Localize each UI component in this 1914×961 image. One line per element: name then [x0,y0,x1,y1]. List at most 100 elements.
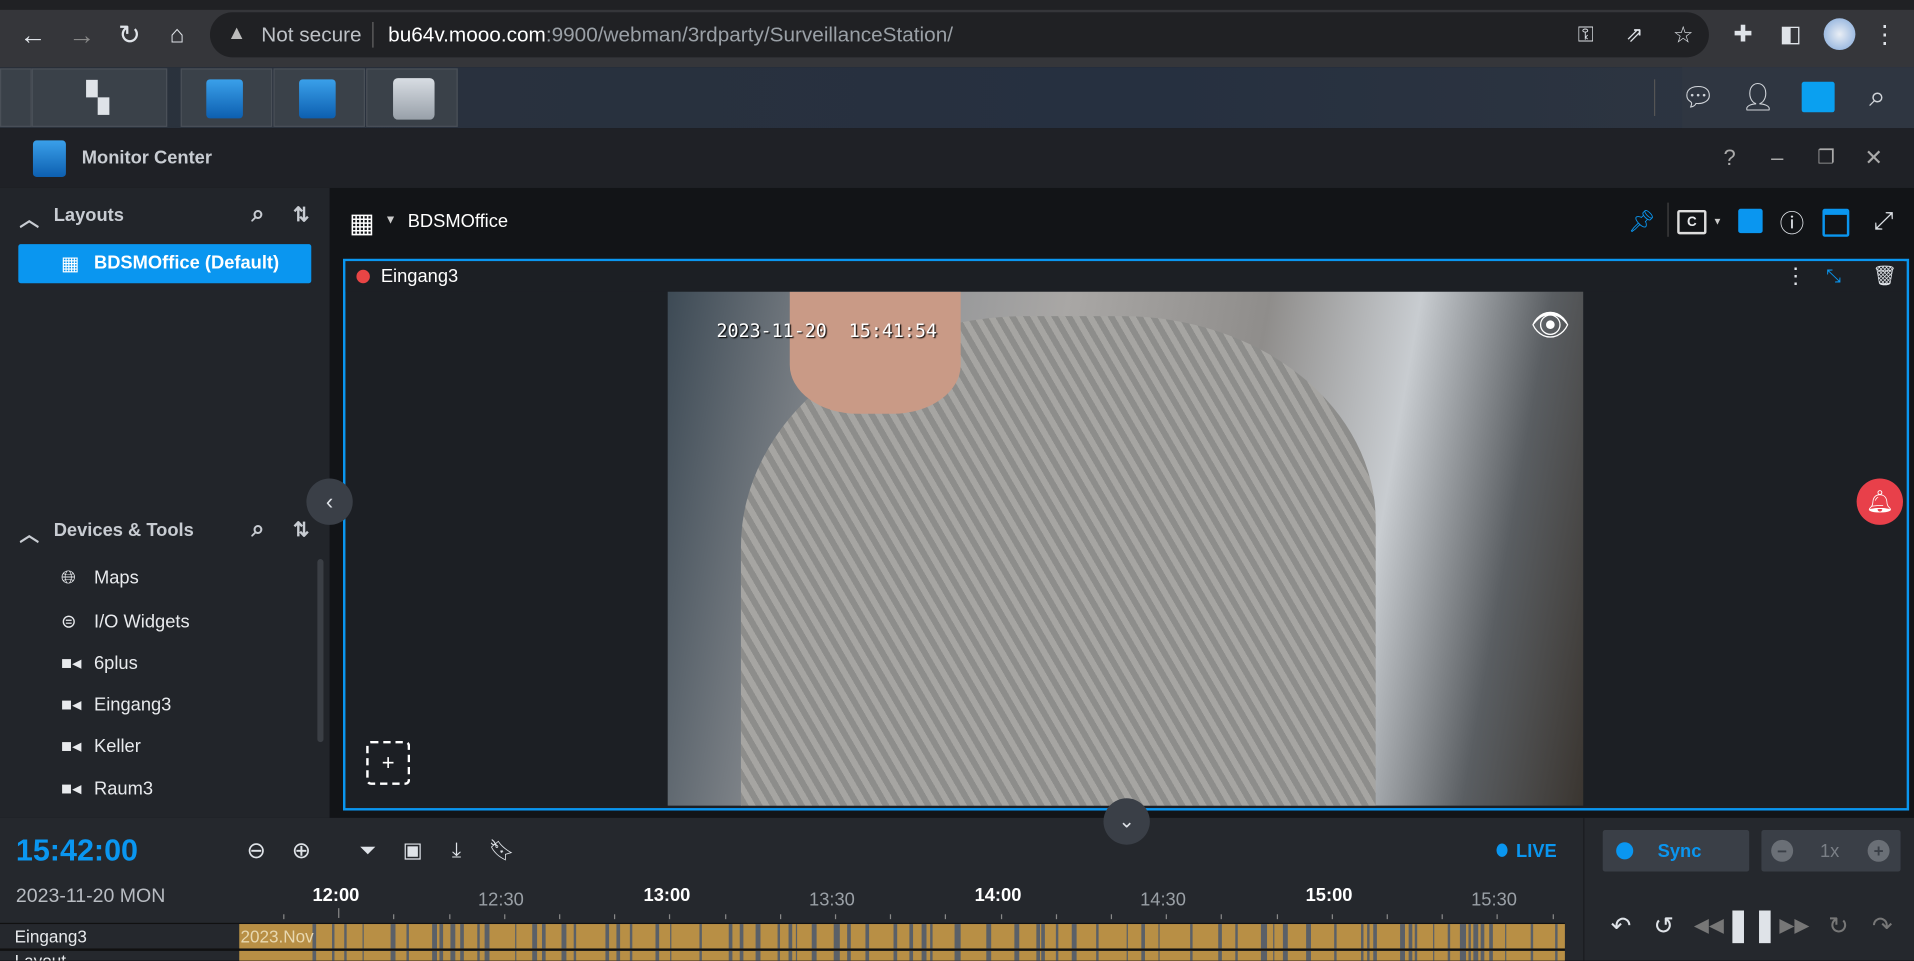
zoom-in-icon[interactable]: ⊕ [288,837,315,864]
chevron-up-icon[interactable]: ︿ [20,203,40,232]
widgets-icon[interactable] [1801,81,1835,113]
recording-gap [909,924,913,949]
digital-zoom-icon[interactable]: + [366,740,411,785]
chevron-down-icon[interactable]: ▼ [1713,216,1723,227]
recording-gap [477,924,480,949]
recording-gap [541,950,546,961]
calendar-icon[interactable]: ▣ [399,837,426,864]
minimize-button[interactable]: – [1764,144,1791,171]
menu-icon[interactable]: ⋮ [1872,20,1896,49]
chevron-up-icon[interactable]: ︿ [20,518,40,547]
address-bar[interactable]: ▲ Not secure bu64v.mooo.com:9900/webman/… [209,12,1709,58]
device-item-raum3[interactable]: ■◂ Raum3 [61,778,153,799]
search-icon[interactable]: ⌕ [1862,81,1894,114]
layout-grid-icon[interactable]: ▦ [349,208,374,240]
taskbar-monitor-center-2[interactable] [273,68,365,127]
forward-10-icon[interactable]: ↻ [1824,909,1853,941]
home-icon[interactable]: ⌂ [161,20,193,52]
reload-icon[interactable]: ↻ [114,20,146,52]
timeline-tick-mark [338,908,340,918]
sidebar-scrollbar[interactable] [317,559,324,743]
share-icon[interactable]: ⇗ [1621,22,1648,49]
recording-gap [1217,950,1222,961]
sort-icon[interactable]: ⇅ [293,203,309,227]
delete-icon[interactable]: 🗑︎ [1871,262,1898,289]
timeline-tick-label: 15:00 [1305,884,1353,906]
recording-track-layout[interactable] [239,950,1565,961]
bookmark-icon[interactable]: 🔖︎ [488,837,515,864]
bookmark-star-icon[interactable]: ☆ [1670,22,1697,49]
layout-item-bdsmoffice[interactable]: ▦ BDSMOffice (Default) [18,244,312,284]
collapse-icon[interactable]: ⤡ [1820,262,1847,289]
timeline-tick-mark [503,914,506,920]
restore-button[interactable]: ❐ [1813,144,1840,171]
pause-icon[interactable]: ❚❚ [1725,905,1778,942]
device-item-maps[interactable]: 🌐︎ Maps [61,568,139,589]
pin-icon[interactable]: 📌︎ [1628,208,1656,235]
url-text[interactable]: bu64v.mooo.com:9900/webman/3rdparty/Surv… [388,23,953,47]
zoom-out-icon[interactable]: ⊖ [243,837,270,864]
device-item-6plus[interactable]: ■◂ 6plus [61,652,138,674]
recording-gap [459,950,464,961]
collapse-sidebar-button[interactable]: ‹ [306,478,353,525]
fullscreen-icon[interactable]: ⤢ [1870,207,1897,235]
sort-icon[interactable]: ⇅ [293,518,309,542]
back-icon[interactable]: ← [17,20,49,52]
device-item-eingang3[interactable]: ■◂ Eingang3 [61,693,171,715]
recording-gap [573,950,576,961]
recording-gap [484,924,490,949]
fast-forward-icon[interactable]: ▶▶ [1779,909,1809,941]
recording-gap [1306,924,1311,949]
download-icon[interactable]: ⤓ [443,837,470,864]
speed-increase-button[interactable]: + [1867,839,1890,862]
search-icon[interactable]: ⌕ [251,201,264,228]
jump-back-event-icon[interactable]: ↶ [1606,909,1635,941]
profile-avatar[interactable] [1823,18,1856,51]
timeline-tick-mark [890,914,892,920]
camera-icon: ■◂ [61,694,82,716]
key-icon[interactable]: ⚿ [1572,22,1599,49]
recording-gap [343,924,348,949]
main-menu-button[interactable]: ▚ [31,68,168,127]
chevron-down-icon[interactable]: ▼ [385,214,397,227]
help-button[interactable]: ? [1716,144,1743,171]
close-button[interactable]: ✕ [1860,144,1887,171]
recording-gap [1158,924,1160,949]
expand-timeline-button[interactable]: ⌄ [1103,798,1150,845]
recording-gap [332,924,335,949]
recording-gap [362,924,364,949]
forward-icon[interactable]: → [66,20,98,52]
info-icon[interactable]: ⓘ [1779,208,1806,238]
search-icon[interactable]: ⌕ [251,516,264,543]
more-options-icon[interactable]: ⋮ [1785,262,1807,289]
taskbar-monitor-center-1[interactable] [180,68,273,127]
recording-gap [865,924,870,949]
jump-forward-event-icon[interactable]: ↷ [1868,909,1897,941]
rewind-icon[interactable]: ◀◀ [1694,909,1724,941]
alert-bell-button[interactable]: 🔔︎ [1856,478,1904,525]
extensions-icon[interactable]: ✚ [1728,20,1757,49]
camera-icon: ■◂ [61,653,82,674]
recording-gap [755,950,761,961]
recording-gap [616,924,621,949]
camera-video-feed[interactable]: 2023-11-20 15:41:54 👁︎ [667,291,1584,806]
recording-gap [1013,924,1019,949]
device-item-keller[interactable]: ■◂ Keller [61,735,141,756]
side-panel-icon[interactable]: ◧ [1776,20,1805,49]
filter-icon[interactable]: ⏷ [354,837,381,864]
rewind-10-icon[interactable]: ↺ [1649,909,1678,941]
cycle-icon[interactable]: C [1677,209,1707,235]
snapshot-icon[interactable] [1738,208,1763,234]
sync-button[interactable]: Sync [1602,830,1750,872]
recording-gap [1408,950,1413,961]
speed-decrease-button[interactable]: − [1771,839,1794,862]
user-icon[interactable]: 👤︎ [1741,82,1775,114]
chat-icon[interactable]: 💬︎ [1681,82,1715,114]
window-mode-icon[interactable] [1822,208,1850,237]
device-item-io-widgets[interactable]: ⊜ I/O Widgets [61,610,190,632]
live-button[interactable]: LIVE [1516,841,1557,862]
eye-icon[interactable]: 👁︎ [1530,306,1570,343]
taskbar-surveillance[interactable] [366,68,458,127]
recording-track-eingang3[interactable] [239,924,1565,949]
recording-gap [1217,924,1222,949]
